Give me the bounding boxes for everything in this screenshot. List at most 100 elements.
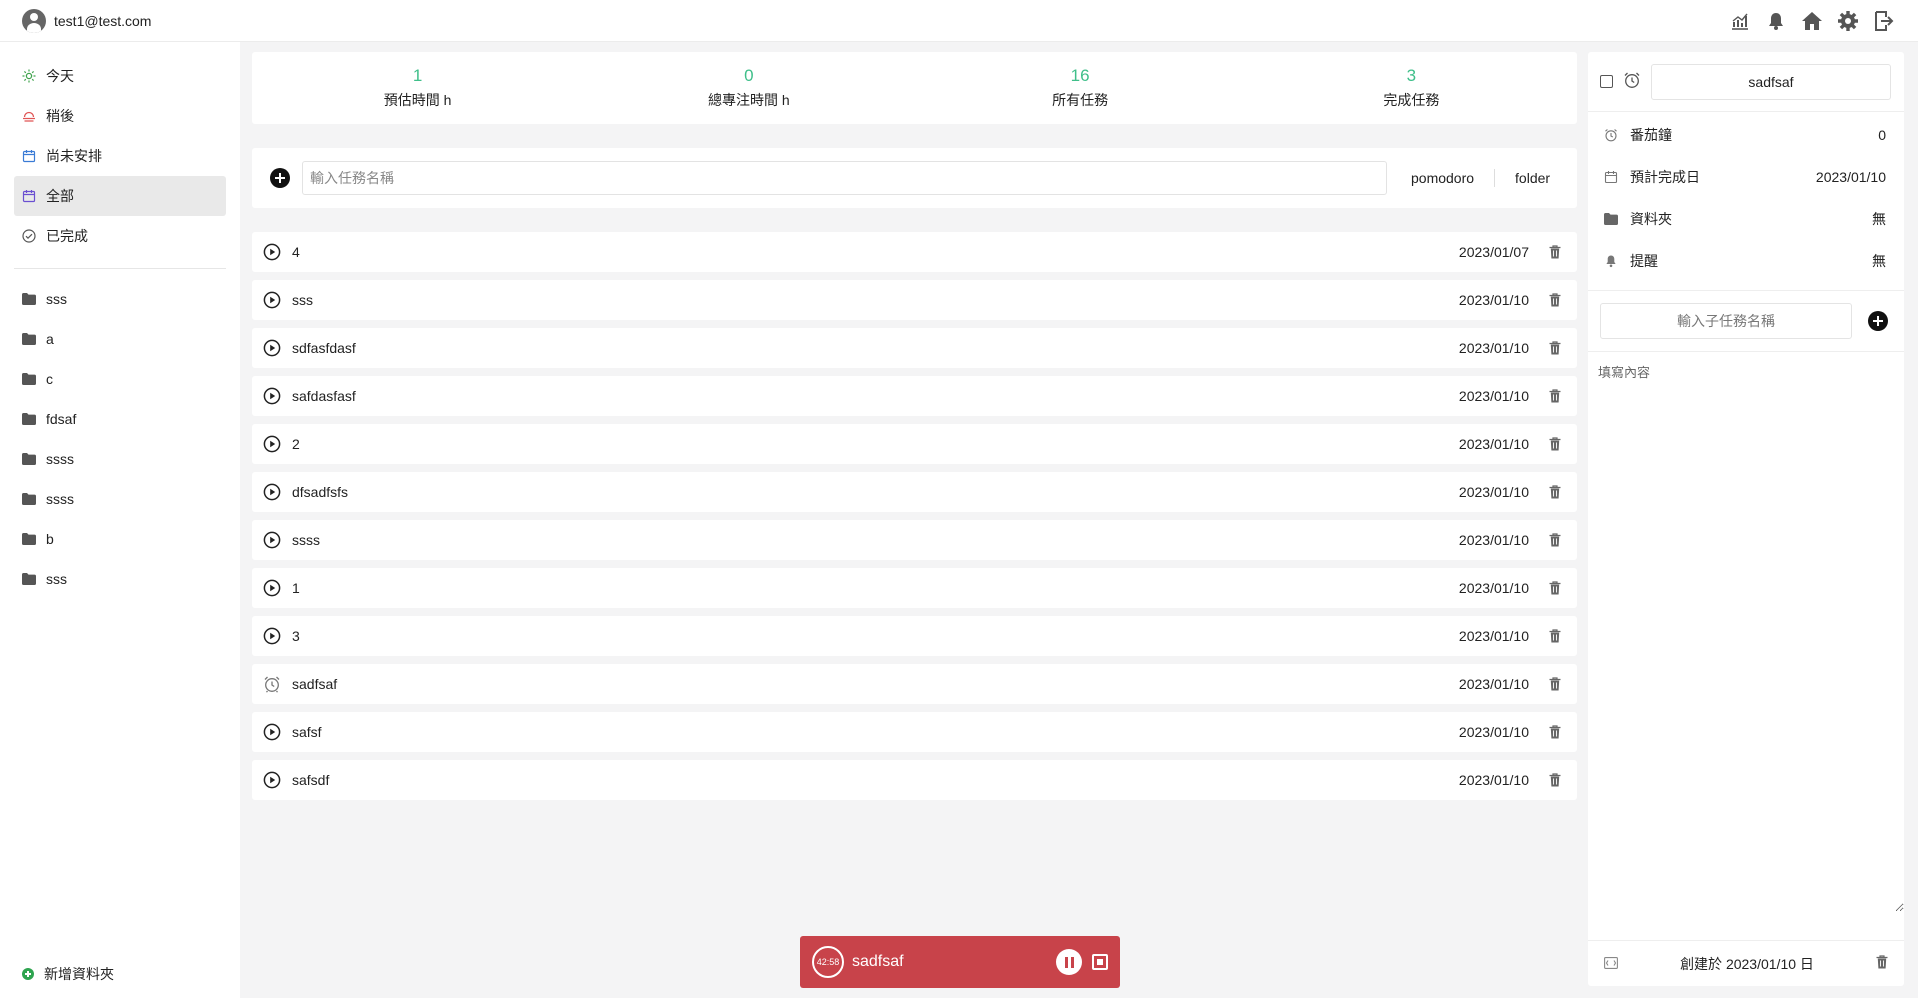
sidebar-item-today[interactable]: 今天 [14,56,226,96]
prop-reminder[interactable]: 提醒 無 [1588,240,1904,282]
prop-value: 無 [1872,211,1886,227]
trash-icon[interactable] [1547,532,1563,548]
prop-due-date[interactable]: 預計完成日 2023/01/10 [1588,156,1904,198]
task-row[interactable]: safsf 2023/01/10 [252,712,1577,752]
folder-item[interactable]: a [14,319,226,359]
play-circle-icon[interactable] [262,482,282,502]
play-circle-icon[interactable] [262,386,282,406]
folder-select[interactable]: folder [1515,170,1550,186]
pomodoro-select[interactable]: pomodoro [1411,170,1474,186]
trash-icon[interactable] [1547,772,1563,788]
trash-icon[interactable] [1547,292,1563,308]
task-row[interactable]: ssss 2023/01/10 [252,520,1577,560]
trash-icon[interactable] [1547,244,1563,260]
play-circle-icon[interactable] [262,338,282,358]
play-circle-icon[interactable] [262,434,282,454]
pause-icon-bar [1070,956,1074,968]
task-row[interactable]: sss 2023/01/10 [252,280,1577,320]
add-task-button[interactable] [270,168,290,188]
task-row[interactable]: 3 2023/01/10 [252,616,1577,656]
alarm-clock-icon[interactable] [1623,71,1641,92]
task-row[interactable]: safdasfasf 2023/01/10 [252,376,1577,416]
detail-header: sadfsaf [1588,52,1904,112]
folder-list: sss a c fdsaf ssss ssss b sss [0,279,240,599]
trash-icon[interactable] [1547,676,1563,692]
folder-icon [1604,213,1618,225]
add-subtask-button[interactable] [1868,311,1888,331]
gear-icon[interactable] [1836,9,1860,33]
folder-label: b [46,531,54,547]
play-circle-icon[interactable] [262,722,282,742]
add-folder-button[interactable]: 新增資料夾 [22,964,114,984]
task-name-input[interactable] [302,161,1387,195]
task-row[interactable]: safsdf 2023/01/10 [252,760,1577,800]
complete-checkbox[interactable] [1600,75,1613,88]
expand-icon[interactable] [1604,956,1618,972]
folder-item[interactable]: fdsaf [14,399,226,439]
trash-icon[interactable] [1547,436,1563,452]
task-title-field[interactable]: sadfsaf [1651,63,1891,100]
user-info[interactable]: test1@test.com [22,8,151,33]
task-date: 2023/01/10 [1458,532,1529,548]
stat-label: 預估時間 h [383,92,452,108]
subtask-name-input[interactable] [1600,303,1852,339]
trash-icon[interactable] [1547,388,1563,404]
play-circle-icon[interactable] [262,530,282,550]
logout-icon[interactable] [1872,9,1896,33]
add-folder-label: 新增資料夾 [44,966,114,982]
trash-icon[interactable] [1547,484,1563,500]
alarm-clock-icon[interactable] [262,674,282,694]
folder-label: sss [46,291,67,307]
folder-item[interactable]: ssss [14,479,226,519]
sidebar-nav: 今天 稍後 尚未安排 全部 已完成 [0,42,240,256]
pause-button[interactable] [1056,949,1082,975]
created-date: 創建於 2023/01/10 日 [1680,955,1814,972]
stop-icon [1097,959,1103,965]
task-row[interactable]: 4 2023/01/07 [252,232,1577,272]
folder-label: sss [46,571,67,587]
play-circle-icon[interactable] [262,242,282,262]
sidebar-item-all[interactable]: 全部 [14,176,226,216]
prop-pomodoro[interactable]: 番茄鐘 0 [1588,114,1904,156]
task-row[interactable]: 1 2023/01/10 [252,568,1577,608]
task-name: sdfasfdasf [292,340,356,356]
calendar-icon [1604,171,1618,184]
trash-icon[interactable] [1547,724,1563,740]
sidebar-item-unscheduled[interactable]: 尚未安排 [14,136,226,176]
stop-button[interactable] [1092,954,1108,970]
task-row[interactable]: sadfsaf 2023/01/10 [252,664,1577,704]
add-task-bar: pomodoro folder [252,148,1577,208]
folder-item[interactable]: c [14,359,226,399]
trash-icon[interactable] [1876,955,1888,972]
task-row[interactable]: dfsadfsfs 2023/01/10 [252,472,1577,512]
home-icon[interactable] [1800,9,1824,33]
task-date: 2023/01/10 [1458,484,1529,500]
task-row[interactable]: 2 2023/01/10 [252,424,1577,464]
folder-item[interactable]: sss [14,559,226,599]
chart-icon[interactable] [1728,9,1752,33]
folder-item[interactable]: b [14,519,226,559]
task-row[interactable]: sdfasfdasf 2023/01/10 [252,328,1577,368]
stat-value: 1 [412,66,423,85]
sidebar-item-later[interactable]: 稍後 [14,96,226,136]
bell-icon[interactable] [1764,9,1788,33]
pomodoro-task-title: sadfsaf [852,953,904,970]
play-circle-icon[interactable] [262,626,282,646]
notes-textarea[interactable] [1588,352,1904,912]
play-circle-icon[interactable] [262,578,282,598]
trash-icon[interactable] [1547,628,1563,644]
task-date: 2023/01/10 [1458,388,1529,404]
trash-icon[interactable] [1547,340,1563,356]
task-name: safdasfasf [292,388,356,404]
task-properties: 番茄鐘 0 預計完成日 2023/01/10 資料夾 無 提醒 無 [1588,112,1904,291]
sidebar-item-completed[interactable]: 已完成 [14,216,226,256]
trash-icon[interactable] [1547,580,1563,596]
prop-folder[interactable]: 資料夾 無 [1588,198,1904,240]
stat-estimated-time: 1 預估時間 h [252,52,583,124]
play-circle-icon[interactable] [262,290,282,310]
folder-item[interactable]: ssss [14,439,226,479]
play-circle-icon[interactable] [262,770,282,790]
avatar [22,8,46,33]
folder-item[interactable]: sss [14,279,226,319]
pause-icon-bar [1064,956,1068,968]
